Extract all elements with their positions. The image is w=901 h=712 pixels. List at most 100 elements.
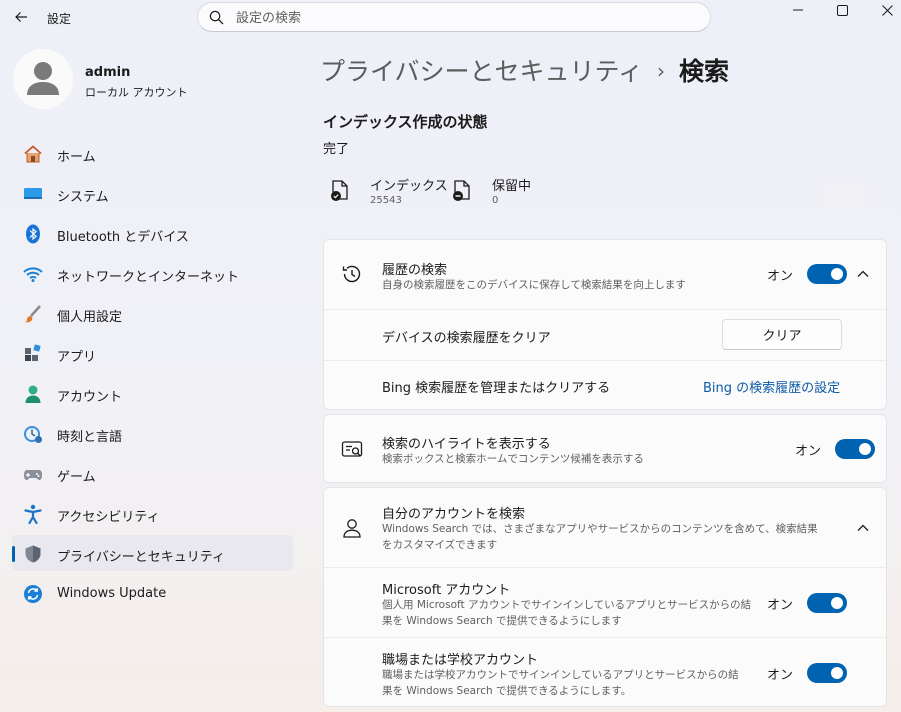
update-icon: [24, 585, 42, 603]
home-icon: [24, 145, 42, 163]
sidebar-item-apps[interactable]: アプリ: [12, 335, 293, 371]
sidebar-item-label: 時刻と言語: [57, 430, 123, 445]
sidebar-item-network[interactable]: ネットワークとインターネット: [12, 255, 293, 291]
search-history-toggle[interactable]: オン: [767, 264, 848, 284]
indexed-label: インデックス: [370, 179, 448, 194]
sidebar-item-system[interactable]: システム: [12, 175, 293, 211]
settings-search[interactable]: [197, 2, 711, 32]
microsoft-account-toggle[interactable]: オン: [767, 593, 848, 613]
sidebar-item-label: アカウント: [57, 390, 123, 405]
clear-button[interactable]: クリア: [722, 319, 842, 350]
toggle-switch[interactable]: [807, 663, 848, 683]
indexed-count: 25543: [370, 195, 402, 206]
bing-history-row: Bing 検索履歴を管理またはクリアする Bing の検索履歴の設定: [324, 360, 886, 410]
profile-name: admin: [85, 65, 131, 80]
work-school-account-row: 職場または学校アカウント 職場または学校アカウントでサインインしているアプリとサ…: [324, 637, 886, 707]
brush-icon: [25, 305, 41, 323]
sidebar-item-label: Windows Update: [57, 586, 167, 601]
maximize-icon: [836, 4, 848, 16]
history-clock-icon: [342, 265, 361, 283]
close-icon: [881, 4, 893, 16]
account-search-card: 自分のアカウントを検索 Windows Search では、さまざまなアプリやサ…: [323, 487, 887, 707]
pending-label: 保留中: [492, 179, 532, 194]
maximize-button[interactable]: [819, 0, 865, 20]
page-title: 検索: [679, 57, 730, 86]
search-highlights-card[interactable]: 検索のハイライトを表示する 検索ボックスと検索ホームでコンテンツ候補を表示する …: [323, 414, 887, 483]
breadcrumb-parent[interactable]: プライバシーとセキュリティ: [320, 57, 643, 86]
sidebar-item-bluetooth[interactable]: Bluetooth とデバイス: [12, 215, 293, 251]
sidebar-item-personalization[interactable]: 個人用設定: [12, 295, 293, 331]
search-icon: [209, 10, 224, 25]
indexed-document-icon: [331, 180, 348, 201]
sidebar-item-label: 個人用設定: [57, 310, 123, 325]
time-language-icon: [24, 426, 42, 443]
toggle-state-label: オン: [767, 268, 794, 284]
microsoft-account-row: Microsoft アカウント 個人用 Microsoft アカウントでサインイ…: [324, 567, 886, 637]
work-school-account-toggle[interactable]: オン: [767, 663, 848, 683]
search-highlights-toggle[interactable]: オン: [795, 439, 876, 459]
close-button[interactable]: [864, 0, 901, 20]
search-highlights-description: 検索ボックスと検索ホームでコンテンツ候補を表示する: [382, 453, 644, 465]
minimize-icon: [793, 9, 803, 11]
bluetooth-icon: [26, 224, 40, 244]
search-history-description: 自身の検索履歴をこのデバイスに保存して検索結果を向上します: [382, 279, 686, 291]
chevron-up-icon[interactable]: [856, 267, 870, 281]
toggle-switch[interactable]: [835, 439, 876, 459]
user-avatar-icon: [27, 62, 59, 95]
toggle-state-label: オン: [767, 667, 794, 683]
toggle-state-label: オン: [767, 597, 794, 613]
sidebar-item-windows-update[interactable]: Windows Update: [12, 575, 293, 611]
sidebar-item-privacy-security[interactable]: プライバシーとセキュリティ: [12, 535, 293, 571]
toggle-knob: [831, 667, 844, 679]
bing-history-label: Bing 検索履歴を管理またはクリアする: [382, 381, 611, 396]
work-school-account-description: 職場または学校アカウントでサインインしているアプリとサービスからの結果を Win…: [382, 669, 739, 697]
sidebar-item-label: ゲーム: [57, 470, 96, 485]
minimize-button[interactable]: [775, 0, 821, 20]
person-icon: [343, 519, 361, 538]
sidebar-item-home[interactable]: ホーム: [12, 135, 293, 171]
app-title: 設定: [47, 12, 72, 26]
system-icon: [24, 188, 42, 199]
sidebar-item-accessibility[interactable]: アクセシビリティ: [12, 495, 293, 531]
sidebar-item-time-language[interactable]: 時刻と言語: [12, 415, 293, 451]
gamepad-icon: [24, 470, 42, 480]
search-input[interactable]: [236, 8, 696, 28]
wifi-icon: [23, 267, 43, 282]
account-search-row[interactable]: 自分のアカウントを検索 Windows Search では、さまざまなアプリやサ…: [324, 488, 886, 567]
accessibility-icon: [24, 504, 42, 524]
toggle-switch[interactable]: [807, 593, 848, 613]
microsoft-account-title: Microsoft アカウント: [382, 583, 511, 598]
clear-history-row: デバイスの検索履歴をクリア クリア: [324, 309, 886, 360]
sidebar-item-label: ネットワークとインターネット: [57, 270, 240, 285]
chevron-up-icon[interactable]: [856, 521, 870, 535]
indexing-status-title: インデックス作成の状態: [323, 113, 488, 131]
breadcrumb-separator: ›: [657, 59, 666, 83]
sidebar-item-label: アプリ: [57, 350, 97, 365]
account-search-description: Windows Search では、さまざまなアプリやサービスからのコンテンツを…: [382, 523, 818, 551]
search-highlights-icon: [341, 441, 363, 457]
sidebar-item-gaming[interactable]: ゲーム: [12, 455, 293, 491]
account-search-title: 自分のアカウントを検索: [382, 507, 526, 522]
search-history-title: 履歴の検索: [382, 263, 448, 278]
search-history-card: 履歴の検索 自身の検索履歴をこのデバイスに保存して検索結果を向上します オン デ…: [323, 239, 887, 410]
toggle-state-label: オン: [795, 443, 822, 459]
sidebar-item-label: ホーム: [57, 150, 96, 165]
pending-document-icon: [453, 180, 470, 201]
sidebar-item-accounts[interactable]: アカウント: [12, 375, 293, 411]
breadcrumb: プライバシーとセキュリティ › 検索: [320, 52, 729, 88]
profile-account-type: ローカル アカウント: [85, 86, 188, 99]
toggle-knob: [831, 268, 844, 280]
toggle-knob: [859, 443, 872, 455]
back-arrow-icon: [15, 12, 27, 22]
search-highlights-title: 検索のハイライトを表示する: [382, 437, 551, 452]
toggle-knob: [831, 597, 844, 609]
search-history-row[interactable]: 履歴の検索 自身の検索履歴をこのデバイスに保存して検索結果を向上します オン: [324, 240, 886, 309]
bing-history-settings-link[interactable]: Bing の検索履歴の設定: [703, 377, 840, 396]
sidebar-nav: ホーム システム Bluetooth とデバイス ネットワークとインターネット …: [12, 135, 293, 615]
advanced-indexing-button[interactable]: [822, 181, 870, 207]
account-icon: [25, 385, 41, 403]
toggle-switch[interactable]: [807, 264, 848, 284]
sidebar-item-label: アクセシビリティ: [57, 510, 160, 525]
back-button[interactable]: [10, 6, 32, 28]
pending-count: 0: [492, 195, 499, 206]
